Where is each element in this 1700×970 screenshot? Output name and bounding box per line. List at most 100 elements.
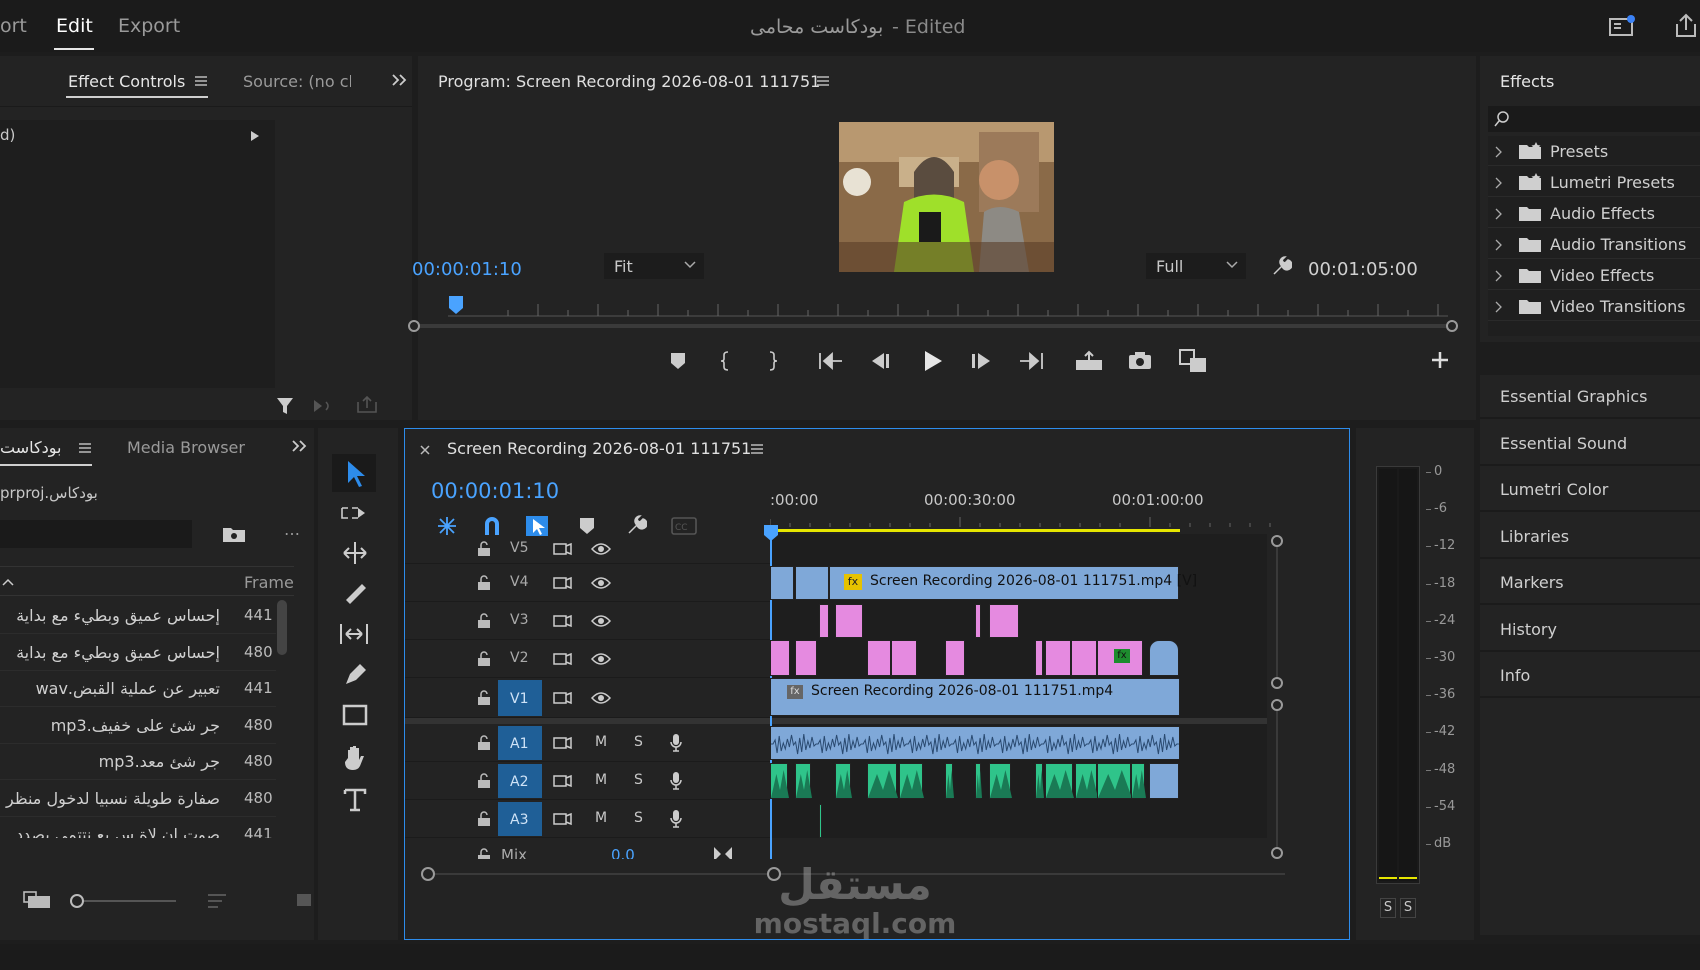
track-target[interactable]: V1 bbox=[498, 680, 542, 716]
audio-clip[interactable] bbox=[795, 763, 812, 799]
graphic-clip[interactable] bbox=[989, 604, 1019, 638]
video-audio-divider[interactable] bbox=[405, 718, 1267, 724]
audio-clip[interactable] bbox=[945, 763, 954, 799]
solo-left-button[interactable]: S bbox=[1380, 898, 1396, 918]
audio-clip[interactable] bbox=[1149, 763, 1179, 799]
workspace-panel-item[interactable]: Info bbox=[1480, 654, 1700, 698]
mic-icon[interactable] bbox=[669, 733, 683, 753]
play-audio-icon[interactable] bbox=[312, 398, 334, 414]
program-timecode[interactable]: 00:00:01:10 bbox=[412, 259, 522, 280]
graphic-clip[interactable] bbox=[867, 640, 891, 676]
list-item[interactable]: إحساس عميق وبطيء مع بداية 480 bbox=[0, 635, 276, 671]
graphic-clip[interactable] bbox=[770, 640, 790, 676]
type-icon[interactable] bbox=[342, 786, 368, 812]
effects-item[interactable]: Presets bbox=[1488, 136, 1700, 166]
vscroll-handle-bottom[interactable] bbox=[1271, 847, 1283, 859]
expand-arrow-icon[interactable] bbox=[250, 130, 260, 142]
video-clip[interactable]: fx Screen Recording 2026-08-01 111751.mp4… bbox=[829, 566, 1197, 600]
quick-export-icon[interactable] bbox=[1608, 14, 1636, 38]
workspace-panel-item[interactable]: Lumetri Color bbox=[1480, 468, 1700, 512]
sequence-title[interactable]: Screen Recording 2026-08-01 111751 bbox=[447, 439, 751, 458]
list-item[interactable]: صفارة طويلة نسبيا لدخول منظر 480 bbox=[0, 781, 276, 817]
audio-clip[interactable] bbox=[770, 763, 789, 799]
panel-overflow-icon[interactable] bbox=[290, 438, 308, 454]
graphic-clip[interactable] bbox=[795, 640, 817, 676]
audio-clip[interactable] bbox=[819, 804, 822, 838]
sort-icons-icon[interactable] bbox=[206, 892, 228, 910]
track-target[interactable]: V3 bbox=[498, 602, 542, 640]
effects-search-input[interactable] bbox=[1488, 106, 1700, 132]
rectangle-icon[interactable] bbox=[342, 704, 368, 728]
workspace-panel-item[interactable]: Essential Sound bbox=[1480, 422, 1700, 466]
sync-lock-icon[interactable] bbox=[553, 651, 573, 667]
mark-in-icon[interactable] bbox=[718, 351, 732, 371]
audio-clip[interactable] bbox=[770, 726, 1180, 760]
track-lane[interactable] bbox=[770, 640, 1267, 678]
panel-menu-icon[interactable] bbox=[194, 74, 208, 88]
eye-icon[interactable] bbox=[591, 542, 611, 556]
audio-clip[interactable] bbox=[835, 763, 852, 799]
slip-icon[interactable] bbox=[338, 622, 370, 646]
workspace-panel-item[interactable]: Markers bbox=[1480, 561, 1700, 605]
audio-vscroll[interactable] bbox=[1271, 699, 1283, 859]
go-to-end-icon[interactable] bbox=[713, 846, 733, 859]
lift-icon[interactable] bbox=[1074, 350, 1104, 372]
audio-clip[interactable] bbox=[1045, 763, 1074, 799]
solo-button[interactable]: S bbox=[634, 772, 643, 788]
compare-view-icon[interactable] bbox=[1178, 348, 1208, 374]
menu-export[interactable]: Export bbox=[118, 15, 180, 37]
step-forward-icon[interactable] bbox=[970, 352, 992, 370]
track-target[interactable]: A2 bbox=[498, 764, 542, 798]
audio-clip[interactable] bbox=[989, 763, 1012, 799]
go-to-out-icon[interactable] bbox=[1018, 351, 1044, 371]
selection-tool[interactable] bbox=[332, 454, 376, 492]
menu-import[interactable]: ort bbox=[0, 15, 27, 37]
video-clip[interactable]: fx Screen Recording 2026-08-01 111751.mp4 bbox=[770, 678, 1180, 716]
project-search-input[interactable] bbox=[0, 520, 192, 548]
ripple-edit-icon[interactable] bbox=[340, 540, 370, 566]
audio-clip[interactable] bbox=[1035, 763, 1044, 799]
sort-arrow-icon[interactable] bbox=[2, 578, 14, 586]
camera-icon[interactable] bbox=[1128, 350, 1152, 370]
lock-icon[interactable] bbox=[477, 735, 491, 751]
sync-lock-icon[interactable] bbox=[553, 735, 573, 751]
project-scrollbar[interactable] bbox=[277, 600, 287, 655]
video-clip[interactable] bbox=[795, 566, 829, 600]
solo-right-button[interactable]: S bbox=[1400, 898, 1416, 918]
filter-icon[interactable] bbox=[275, 396, 297, 418]
track-lane[interactable] bbox=[770, 534, 1267, 564]
graphic-clip[interactable] bbox=[945, 640, 965, 676]
solo-button[interactable]: S bbox=[634, 734, 643, 750]
solo-button[interactable]: S bbox=[634, 810, 643, 826]
timeline-ruler[interactable]: :00:00 00:00:30:00 00:01:00:00 bbox=[770, 483, 1310, 533]
sync-lock-icon[interactable] bbox=[553, 811, 573, 827]
mark-out-icon[interactable] bbox=[766, 351, 780, 371]
razor-icon[interactable] bbox=[342, 580, 368, 606]
mix-volume[interactable]: 0.0 bbox=[611, 846, 635, 859]
video-clip[interactable] bbox=[770, 566, 794, 600]
workspace-panel-item[interactable]: Essential Graphics bbox=[1480, 375, 1700, 419]
quality-dropdown[interactable]: Full bbox=[1146, 253, 1246, 279]
hand-icon[interactable] bbox=[342, 744, 368, 772]
step-back-icon[interactable] bbox=[870, 352, 892, 370]
lock-icon[interactable] bbox=[477, 651, 491, 667]
sequence-menu-icon[interactable] bbox=[750, 442, 764, 456]
automate-icon[interactable] bbox=[296, 892, 312, 908]
graphic-clip[interactable] bbox=[1071, 640, 1097, 676]
effects-item[interactable]: Video Effects bbox=[1488, 260, 1700, 290]
close-icon[interactable] bbox=[419, 444, 431, 456]
program-menu-icon[interactable] bbox=[816, 74, 830, 88]
graphic-clip[interactable] bbox=[975, 604, 981, 638]
sync-lock-icon[interactable] bbox=[553, 613, 573, 629]
more-options[interactable]: … bbox=[284, 520, 300, 539]
tab-effect-controls[interactable]: Effect Controls bbox=[68, 72, 185, 91]
sync-lock-icon[interactable] bbox=[553, 575, 573, 591]
zoom-scrollbar[interactable] bbox=[408, 320, 1458, 332]
export-frame-icon[interactable] bbox=[356, 396, 378, 414]
add-marker-icon[interactable] bbox=[670, 352, 686, 370]
lock-icon[interactable] bbox=[477, 541, 491, 557]
mute-button[interactable]: M bbox=[595, 772, 607, 788]
add-button-icon[interactable] bbox=[1430, 350, 1450, 370]
sync-lock-icon[interactable] bbox=[553, 773, 573, 789]
add-marker-icon[interactable] bbox=[579, 517, 595, 535]
